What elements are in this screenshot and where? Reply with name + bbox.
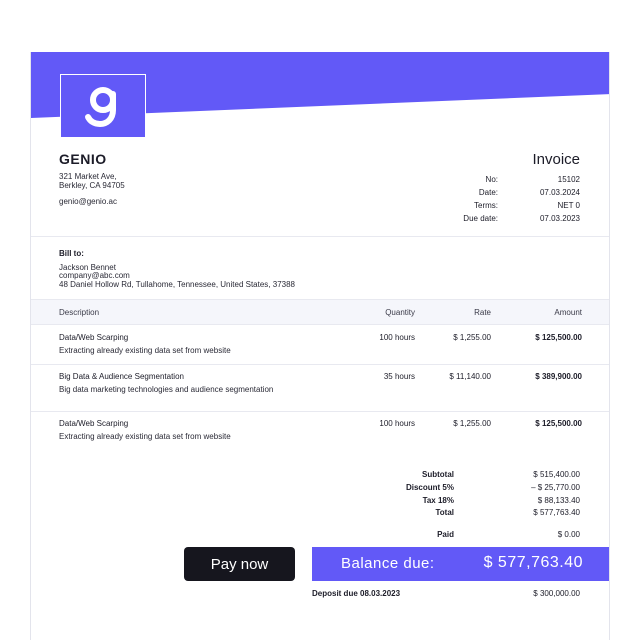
- item-detail: Extracting already existing data set fro…: [59, 432, 231, 441]
- header-quantity: Quantity: [385, 308, 415, 317]
- table-header: Description Quantity Rate Amount: [31, 299, 609, 325]
- meta-value: 07.03.2024: [539, 188, 580, 197]
- company-address-line2: Berkley, CA 94705: [59, 181, 125, 190]
- bill-to-address: 48 Daniel Hollow Rd, Tullahome, Tennesse…: [59, 280, 295, 289]
- meta-number: No: 15102: [420, 175, 580, 187]
- table-row: Data/Web Scarping Extracting already exi…: [31, 419, 609, 451]
- paid-row: Paid $ 0.00: [380, 530, 580, 542]
- total-value: $ 88,133.40: [537, 496, 580, 505]
- table-row: Data/Web Scarping Extracting already exi…: [31, 333, 609, 365]
- tax-row: Tax 18% $ 88,133.40: [380, 496, 580, 508]
- invoice-sheet: GENIO 321 Market Ave, Berkley, CA 94705 …: [30, 52, 610, 640]
- item-title: Big Data & Audience Segmentation: [59, 372, 184, 381]
- row-divider: [31, 411, 609, 412]
- item-quantity: 100 hours: [379, 419, 415, 428]
- meta-label: Due date:: [463, 214, 498, 223]
- item-rate: $ 1,255.00: [453, 419, 491, 428]
- invoice-title: Invoice: [532, 151, 580, 168]
- item-quantity: 35 hours: [383, 372, 415, 381]
- total-label: Total: [435, 508, 454, 517]
- meta-value: NET 0: [557, 201, 580, 210]
- meta-value: 07.03.2023: [539, 214, 580, 223]
- item-rate: $ 1,255.00: [453, 333, 491, 342]
- meta-label: Date:: [478, 188, 498, 197]
- deposit-row: Deposit due 08.03.2023 $ 300,000.00: [310, 589, 580, 601]
- item-amount: $ 125,500.00: [535, 333, 582, 342]
- total-value: – $ 25,770.00: [531, 483, 580, 492]
- pay-now-button[interactable]: Pay now: [184, 547, 295, 581]
- item-quantity: 100 hours: [379, 333, 415, 342]
- table-row: Big Data & Audience Segmentation Big dat…: [31, 372, 609, 412]
- balance-due-banner: Balance due: $ 577,763.40: [312, 547, 609, 581]
- total-value: $ 0.00: [557, 530, 580, 539]
- header-amount: Amount: [554, 308, 582, 317]
- total-label: Discount 5%: [405, 483, 454, 492]
- meta-terms: Terms: NET 0: [420, 201, 580, 213]
- total-value: $ 515,400.00: [533, 470, 580, 479]
- total-label: Paid: [437, 530, 454, 539]
- company-name: GENIO: [59, 151, 107, 167]
- total-value: $ 577,763.40: [533, 508, 580, 517]
- discount-row: Discount 5% – $ 25,770.00: [380, 483, 580, 495]
- header-rate: Rate: [474, 308, 491, 317]
- meta-label: No:: [485, 175, 498, 184]
- company-address-line1: 321 Market Ave,: [59, 172, 117, 181]
- header-description: Description: [59, 308, 100, 317]
- company-logo: [60, 74, 146, 138]
- item-title: Data/Web Scarping: [59, 419, 129, 428]
- deposit-value: $ 300,000.00: [533, 589, 580, 598]
- item-detail: Big data marketing technologies and audi…: [59, 385, 274, 394]
- meta-due-date: Due date: 07.03.2023: [420, 214, 580, 226]
- meta-date: Date: 07.03.2024: [420, 188, 580, 200]
- meta-value: 15102: [557, 175, 580, 184]
- item-amount: $ 389,900.00: [535, 372, 582, 381]
- meta-label: Terms:: [474, 201, 498, 210]
- item-rate: $ 11,140.00: [449, 372, 491, 381]
- item-amount: $ 125,500.00: [535, 419, 582, 428]
- company-email: genio@genio.ac: [59, 197, 117, 206]
- total-label: Tax 18%: [422, 496, 454, 505]
- item-title: Data/Web Scarping: [59, 333, 129, 342]
- row-divider: [31, 364, 609, 365]
- total-row: Total $ 577,763.40: [380, 508, 580, 520]
- balance-due-value: $ 577,763.40: [483, 554, 583, 571]
- bill-to-email: company@abc.com: [59, 271, 130, 280]
- divider: [31, 236, 609, 237]
- total-label: Subtotal: [422, 470, 454, 479]
- item-detail: Extracting already existing data set fro…: [59, 346, 231, 355]
- bill-to-title: Bill to:: [59, 249, 84, 258]
- logo-g-icon: [85, 87, 116, 128]
- balance-due-label: Balance due:: [341, 555, 435, 572]
- subtotal-row: Subtotal $ 515,400.00: [380, 470, 580, 482]
- deposit-label: Deposit due 08.03.2023: [312, 589, 401, 598]
